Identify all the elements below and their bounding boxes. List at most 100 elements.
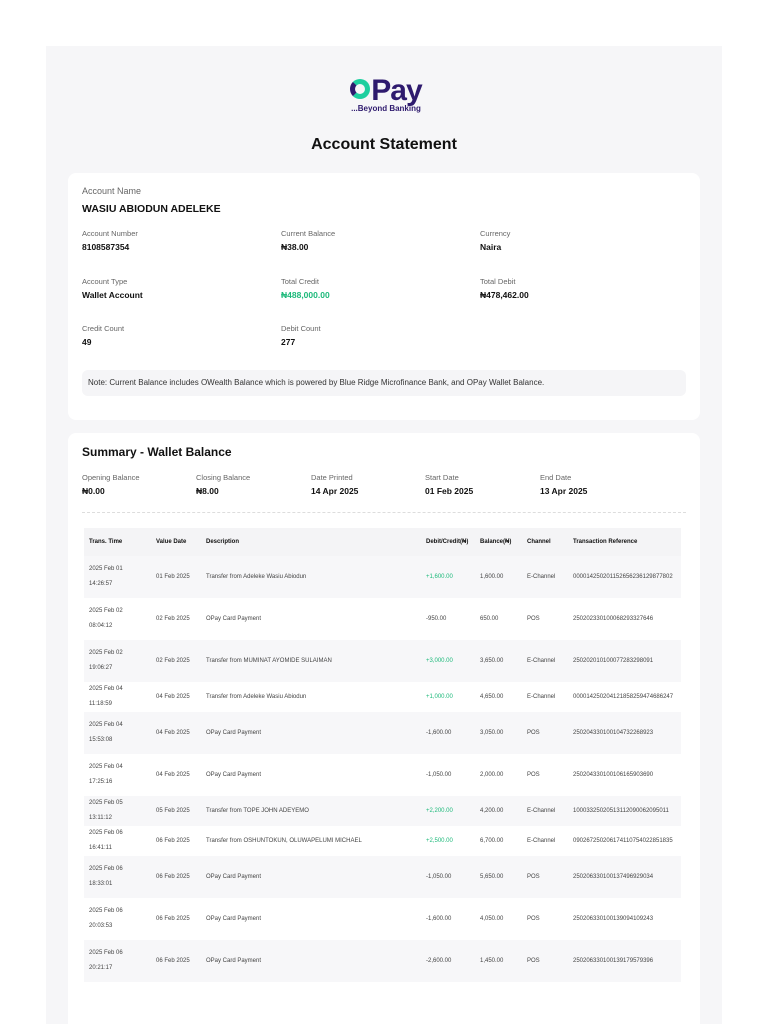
value-date: 04 Feb 2025	[156, 693, 190, 700]
channel: E-Channel	[527, 837, 556, 844]
channel: POS	[522, 940, 568, 982]
logo-word: Pay	[371, 74, 422, 107]
table-header-row: Trans. Time Value Date Description Debit/Cr…	[84, 528, 681, 556]
table-row: 2025 Feb 05 13:11:12 05 Feb 2025 Transfer …	[84, 796, 681, 826]
description: Transfer from MUMINAT AYOMIDE SULAIMAN	[201, 640, 421, 682]
balance: 1,600.00	[475, 556, 522, 598]
account-name-label: Account Name	[82, 186, 142, 196]
summary-card: Summary - Wallet Balance Opening Balance…	[68, 433, 700, 1033]
debit-count-label: Debit Count	[281, 324, 321, 333]
debit-count: 277	[281, 337, 296, 347]
page-title: Account Statement	[311, 136, 457, 153]
description: OPay Card Payment	[201, 940, 421, 982]
value-date: 06 Feb 2025	[151, 940, 201, 982]
transaction-reference: 250202330100068293327646	[573, 615, 654, 622]
value-date: 04 Feb 2025	[151, 712, 201, 754]
total-credit: ₦488,000.00	[281, 290, 330, 300]
transaction-reference: 250202010100077283298091	[568, 640, 681, 682]
value-date: 02 Feb 2025	[151, 640, 201, 682]
channel: POS	[527, 615, 540, 622]
trans-time: 2025 Feb 06 18:33:01	[84, 856, 151, 898]
table-row: 2025 Feb 06 16:41:11 06 Feb 2025 Transfer …	[84, 826, 681, 856]
balance-note: Note: Current Balance includes OWealth B…	[82, 370, 686, 396]
transaction-reference: 250204330100106165903690	[573, 771, 654, 778]
description: OPay Card Payment	[206, 615, 262, 622]
description: OPay Card Payment	[206, 771, 262, 778]
channel: E-Channel	[527, 693, 556, 700]
debit-credit: -1,050.00	[426, 771, 452, 778]
debit-credit: +2,500.00	[426, 837, 453, 844]
credit-count: 49	[82, 337, 92, 347]
description: Transfer from Adeleke Wasiu Abiodun	[206, 693, 307, 700]
value-date: 02 Feb 2025	[156, 615, 190, 622]
total-debit-label: Total Debit	[480, 277, 516, 286]
account-info-card: Account Name WASIU ABIODUN ADELEKE Accou…	[68, 173, 700, 420]
end-date-label: End Date	[540, 473, 572, 482]
table-row: 2025 Feb 04 17:25:16 04 Feb 2025 OPay Card…	[84, 754, 681, 796]
column-header: Transaction Reference	[568, 528, 681, 556]
trans-time: 2025 Feb 06 20:21:17	[84, 940, 151, 982]
transaction-reference: 000014250201152656236129877802	[568, 556, 681, 598]
total-credit-label: Total Credit	[281, 277, 319, 286]
column-header: Balance(₦)	[475, 528, 522, 556]
description: OPay Card Payment	[201, 856, 421, 898]
table-row: 2025 Feb 04 11:18:59 04 Feb 2025 Transfer …	[84, 682, 681, 712]
currency-label: Currency	[480, 229, 511, 238]
column-header: Trans. Time	[84, 528, 151, 556]
description: Transfer from OSHUNTOKUN, OLUWAPELUMI MI…	[206, 837, 362, 844]
description: Transfer from Adeleke Wasiu Abiodun	[201, 556, 421, 598]
table-row: 2025 Feb 06 20:21:17 06 Feb 2025 OPay Card…	[84, 940, 681, 982]
trans-time: 2025 Feb 06 20:03:53	[89, 908, 123, 929]
debit-credit: -2,600.00	[421, 940, 475, 982]
trans-time: 2025 Feb 04 17:25:16	[89, 764, 123, 785]
balance: 3,050.00	[475, 712, 522, 754]
trans-time: 2025 Feb 04 11:18:59	[89, 686, 123, 707]
balance: 650.00	[480, 615, 499, 622]
debit-credit: +1,000.00	[426, 693, 453, 700]
start-date-label: Start Date	[425, 473, 459, 482]
transaction-reference: 250204330100104732268923	[568, 712, 681, 754]
channel: E-Channel	[522, 640, 568, 682]
table-row: 2025 Feb 06 18:33:01 06 Feb 2025 OPay Card…	[84, 856, 681, 898]
table-row: 2025 Feb 02 08:04:12 02 Feb 2025 OPay Card…	[84, 598, 681, 640]
closing-balance: ₦8.00	[196, 486, 219, 496]
column-header: Description	[201, 528, 421, 556]
channel: POS	[522, 712, 568, 754]
debit-credit: -1,600.00	[426, 915, 452, 922]
opay-logo: Pay ...Beyond Banking	[346, 76, 426, 113]
column-header: Channel	[522, 528, 568, 556]
account-type-label: Account Type	[82, 277, 128, 286]
channel: POS	[527, 771, 540, 778]
value-date: 05 Feb 2025	[151, 796, 201, 826]
value-date: 06 Feb 2025	[156, 837, 190, 844]
start-date: 01 Feb 2025	[425, 486, 474, 496]
table-row: 2025 Feb 02 19:06:27 02 Feb 2025 Transfer …	[84, 640, 681, 682]
description: OPay Card Payment	[206, 915, 262, 922]
transaction-reference: 090267250206174110754022851835	[573, 837, 673, 844]
balance: 4,050.00	[480, 915, 504, 922]
trans-time: 2025 Feb 01 14:26:57	[84, 556, 151, 598]
column-header: Debit/Credit(₦)	[421, 528, 475, 556]
opening-balance-label: Opening Balance	[82, 473, 140, 482]
date-printed: 14 Apr 2025	[311, 486, 359, 496]
debit-credit: -1,600.00	[421, 712, 475, 754]
table-row: 2025 Feb 01 14:26:57 01 Feb 2025 Transfer …	[84, 556, 681, 598]
opening-balance: ₦0.00	[82, 486, 105, 496]
divider	[82, 512, 686, 513]
table-row: 2025 Feb 06 20:03:53 06 Feb 2025 OPay Card…	[84, 898, 681, 940]
debit-credit: +2,200.00	[421, 796, 475, 826]
debit-credit: -1,050.00	[421, 856, 475, 898]
date-printed-label: Date Printed	[311, 473, 353, 482]
balance: 5,650.00	[475, 856, 522, 898]
trans-time: 2025 Feb 04 15:53:08	[84, 712, 151, 754]
value-date: 06 Feb 2025	[151, 856, 201, 898]
balance: 6,700.00	[480, 837, 504, 844]
current-balance: ₦38.00	[281, 242, 309, 252]
opay-o-icon	[350, 79, 371, 99]
statement-page: Pay ...Beyond Banking Account Statement …	[46, 46, 722, 1033]
channel: E-Channel	[522, 796, 568, 826]
description: Transfer from TOPE JOHN ADEYEMO	[201, 796, 421, 826]
logo-tagline: ...Beyond Banking	[351, 104, 421, 113]
balance: 4,200.00	[475, 796, 522, 826]
balance: 1,450.00	[475, 940, 522, 982]
